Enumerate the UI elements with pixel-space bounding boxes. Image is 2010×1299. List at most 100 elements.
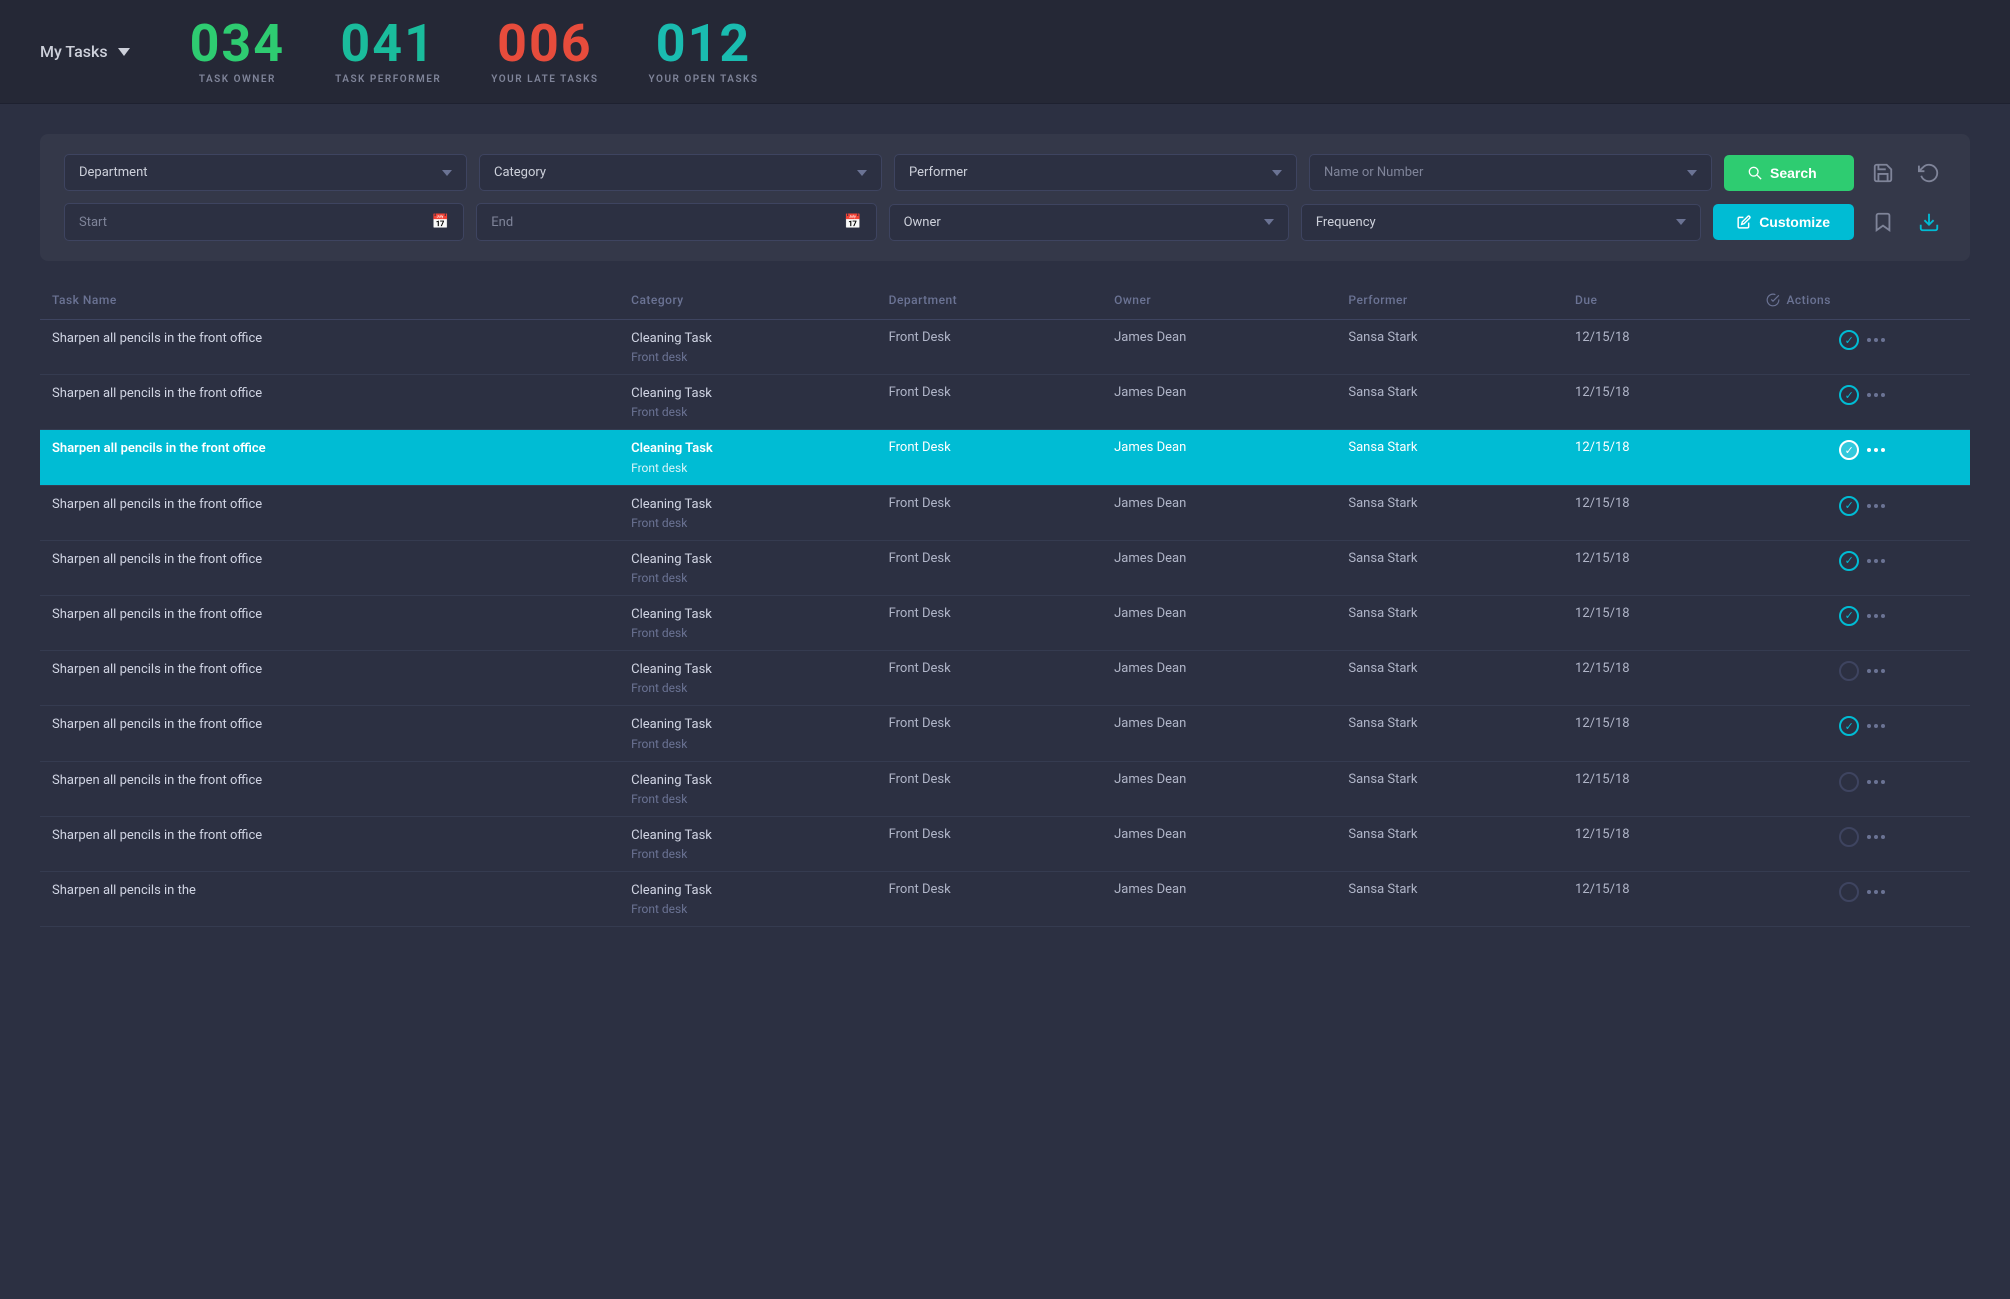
more-actions-button[interactable]	[1867, 504, 1885, 508]
category-select[interactable]: Category	[479, 154, 882, 191]
actions-cell[interactable]: ✓	[1754, 430, 1970, 485]
dot-2	[1874, 890, 1878, 894]
my-tasks-button[interactable]: My Tasks	[40, 42, 130, 61]
more-actions-button[interactable]	[1867, 780, 1885, 784]
performer-select[interactable]: Performer	[894, 154, 1297, 191]
chevron-down-icon	[118, 48, 130, 56]
dot-3	[1881, 393, 1885, 397]
actions-cell[interactable]: ✓	[1754, 816, 1970, 871]
actions-cell[interactable]: ✓	[1754, 540, 1970, 595]
complete-check-icon[interactable]: ✓	[1839, 606, 1859, 626]
save-button[interactable]	[1866, 156, 1900, 190]
due-cell: 12/15/18	[1563, 595, 1754, 650]
task-name-cell: Sharpen all pencils in the front office	[40, 375, 619, 430]
performer-cell: Sansa Stark	[1336, 540, 1563, 595]
stat-number: 006	[497, 18, 593, 70]
download-button[interactable]	[1912, 205, 1946, 239]
dot-1	[1867, 393, 1871, 397]
category-main: Cleaning Task	[631, 385, 865, 403]
dot-3	[1881, 614, 1885, 618]
performer-cell: Sansa Stark	[1336, 595, 1563, 650]
category-main: Cleaning Task	[631, 661, 865, 679]
filter-row-1: Department Category Performer Name or Nu…	[64, 154, 1946, 191]
complete-check-icon[interactable]: ✓	[1839, 385, 1859, 405]
search-button[interactable]: Search	[1724, 155, 1854, 191]
dot-1	[1867, 669, 1871, 673]
dot-1	[1867, 890, 1871, 894]
col-performer: Performer	[1336, 285, 1563, 320]
frequency-select[interactable]: Frequency	[1301, 204, 1701, 241]
complete-check-icon[interactable]: ✓	[1839, 330, 1859, 350]
complete-check-icon[interactable]: ✓	[1839, 551, 1859, 571]
complete-check-icon[interactable]: ✓	[1839, 716, 1859, 736]
table-row[interactable]: Sharpen all pencils in the front office …	[40, 485, 1970, 540]
more-actions-button[interactable]	[1867, 559, 1885, 563]
owner-cell: James Dean	[1102, 871, 1336, 926]
stat-number: 012	[656, 18, 752, 70]
table-row[interactable]: Sharpen all pencils in the front office …	[40, 595, 1970, 650]
more-actions-button[interactable]	[1867, 669, 1885, 673]
name-chevron-icon	[1687, 170, 1697, 176]
my-tasks-label: My Tasks	[40, 42, 108, 61]
bookmark-button[interactable]	[1866, 205, 1900, 239]
name-or-number-input[interactable]: Name or Number	[1309, 154, 1712, 191]
complete-check-icon[interactable]: ✓	[1839, 440, 1859, 460]
more-actions-button[interactable]	[1867, 835, 1885, 839]
table-row[interactable]: Sharpen all pencils in the front office …	[40, 430, 1970, 485]
filter-row-2: Start 📅 End 📅 Owner Frequency	[64, 203, 1946, 241]
end-date-input[interactable]: End 📅	[476, 203, 876, 241]
actions-cell[interactable]: ✓	[1754, 375, 1970, 430]
actions-cell[interactable]: ✓	[1754, 761, 1970, 816]
more-actions-button[interactable]	[1867, 393, 1885, 397]
due-cell: 12/15/18	[1563, 651, 1754, 706]
due-cell: 12/15/18	[1563, 540, 1754, 595]
more-actions-button[interactable]	[1867, 724, 1885, 728]
complete-check-icon[interactable]: ✓	[1839, 882, 1859, 902]
complete-check-icon[interactable]: ✓	[1839, 661, 1859, 681]
due-cell: 12/15/18	[1563, 816, 1754, 871]
dot-2	[1874, 504, 1878, 508]
due-cell: 12/15/18	[1563, 320, 1754, 375]
actions-cell[interactable]: ✓	[1754, 871, 1970, 926]
category-main: Cleaning Task	[631, 496, 865, 514]
department-cell: Front Desk	[877, 375, 1103, 430]
more-actions-button[interactable]	[1867, 448, 1885, 452]
col-due: Due	[1563, 285, 1754, 320]
refresh-button[interactable]	[1912, 156, 1946, 190]
department-cell: Front Desk	[877, 761, 1103, 816]
actions-cell[interactable]: ✓	[1754, 595, 1970, 650]
customize-button[interactable]: Customize	[1713, 204, 1854, 240]
complete-check-icon[interactable]: ✓	[1839, 827, 1859, 847]
table-row[interactable]: Sharpen all pencils in the front office …	[40, 816, 1970, 871]
owner-cell: James Dean	[1102, 761, 1336, 816]
complete-check-icon[interactable]: ✓	[1839, 496, 1859, 516]
actions-cell[interactable]: ✓	[1754, 706, 1970, 761]
actions-cell[interactable]: ✓	[1754, 651, 1970, 706]
table-row[interactable]: Sharpen all pencils in the front office …	[40, 761, 1970, 816]
table-row[interactable]: Sharpen all pencils in the front office …	[40, 375, 1970, 430]
more-actions-button[interactable]	[1867, 890, 1885, 894]
actions-cell[interactable]: ✓	[1754, 320, 1970, 375]
table-row[interactable]: Sharpen all pencils in the front office …	[40, 320, 1970, 375]
department-cell: Front Desk	[877, 871, 1103, 926]
more-actions-button[interactable]	[1867, 338, 1885, 342]
table-row[interactable]: Sharpen all pencils in the front office …	[40, 706, 1970, 761]
table-row[interactable]: Sharpen all pencils in the Cleaning Task…	[40, 871, 1970, 926]
calendar-icon: 📅	[432, 214, 449, 230]
category-main: Cleaning Task	[631, 440, 865, 458]
actions-cell[interactable]: ✓	[1754, 485, 1970, 540]
calendar-end-icon: 📅	[844, 214, 861, 230]
stat-block-your-late-tasks: 006 YOUR LATE TASKS	[491, 18, 598, 85]
department-select[interactable]: Department	[64, 154, 467, 191]
owner-cell: James Dean	[1102, 651, 1336, 706]
owner-cell: James Dean	[1102, 375, 1336, 430]
start-date-input[interactable]: Start 📅	[64, 203, 464, 241]
category-chevron-icon	[857, 170, 867, 176]
table-row[interactable]: Sharpen all pencils in the front office …	[40, 540, 1970, 595]
owner-chevron-icon	[1264, 219, 1274, 225]
complete-check-icon[interactable]: ✓	[1839, 772, 1859, 792]
owner-select[interactable]: Owner	[889, 204, 1289, 241]
table-row[interactable]: Sharpen all pencils in the front office …	[40, 651, 1970, 706]
more-actions-button[interactable]	[1867, 614, 1885, 618]
department-cell: Front Desk	[877, 430, 1103, 485]
